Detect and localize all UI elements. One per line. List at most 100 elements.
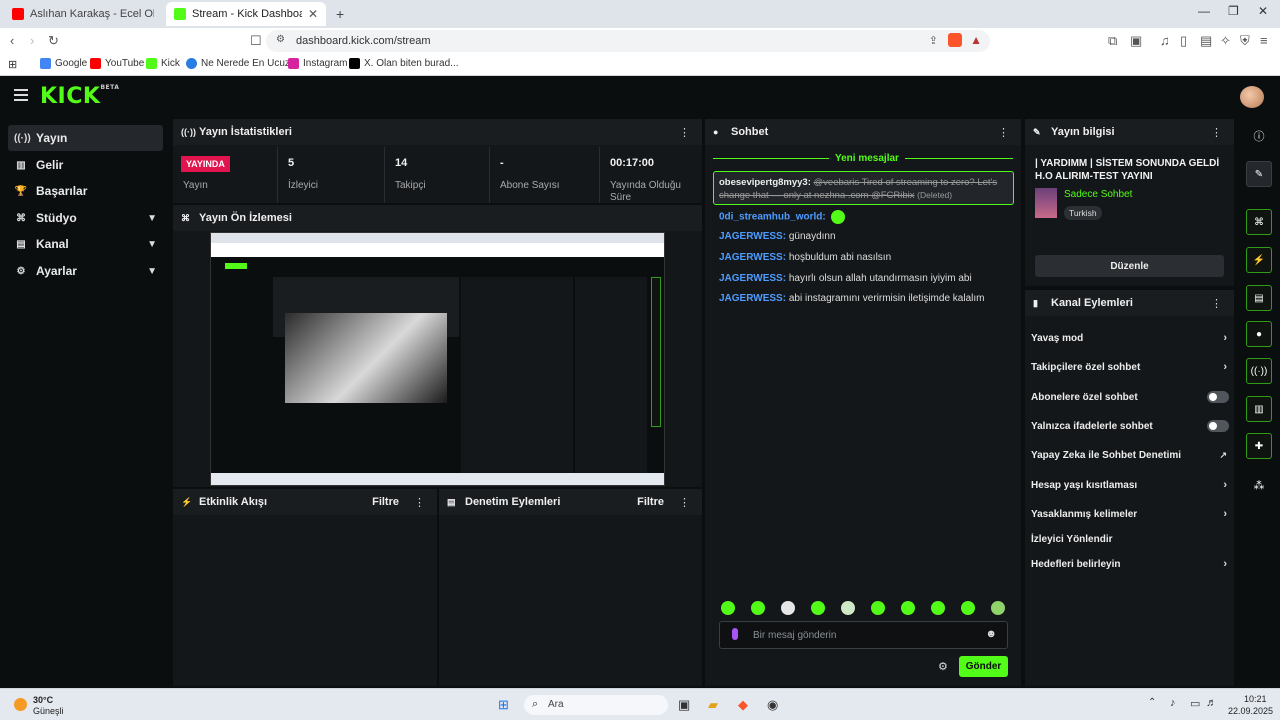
chat-message-input[interactable]: Bir mesaj gönderin ☻	[719, 621, 1008, 649]
sidebar-item-kanal[interactable]: ▤ Kanal ▼	[8, 231, 163, 257]
emote-icon[interactable]	[811, 601, 825, 615]
kebab-menu-icon[interactable]: ⋮	[998, 126, 1009, 139]
action-ai-moderation[interactable]: Yapay Zeka ile Sohbet Denetimi ↗	[1031, 446, 1229, 464]
action-account-age[interactable]: Hesap yaşı kısıtlaması ›	[1031, 476, 1229, 494]
vpn-icon[interactable]: ⛨	[1240, 33, 1250, 49]
highlighted-message[interactable]: obesevipertg8myy3: @veebaris Tired of st…	[713, 171, 1014, 205]
task-view-icon[interactable]: ▣	[678, 697, 690, 713]
activity-filter-button[interactable]: Filtre	[372, 496, 399, 508]
emote-icon[interactable]	[931, 601, 945, 615]
chat-message[interactable]: JAGERWESS: hayırlı olsun allah utandırma…	[719, 273, 972, 284]
sidebar-item-gelir[interactable]: ▥ Gelir	[8, 152, 163, 178]
action-set-goals[interactable]: Hedefleri belirleyin ›	[1031, 555, 1229, 573]
layout-icon[interactable]: ▥	[1246, 396, 1272, 422]
chat-message[interactable]: JAGERWESS: günaydınn	[719, 231, 836, 242]
tag-badge[interactable]: Turkish	[1064, 206, 1102, 220]
studio-icon[interactable]: ⌘	[1246, 209, 1272, 235]
chat-settings-icon[interactable]: ⚙	[938, 660, 948, 673]
emote-icon[interactable]	[751, 601, 765, 615]
close-tab-icon[interactable]: ✕	[308, 7, 318, 21]
windows-start-icon[interactable]: ⊞	[498, 697, 509, 713]
action-subscribers-only[interactable]: Abonelere özel sohbet	[1031, 388, 1229, 406]
menu-icon[interactable]: ≡	[1260, 33, 1268, 48]
close-window-icon[interactable]: ✕	[1258, 4, 1268, 18]
chat-message[interactable]: 0di_streamhub_world:	[719, 210, 846, 224]
sidebar-item-yayin[interactable]: ((·)) Yayın	[8, 125, 163, 151]
lightning-icon[interactable]: ⚡	[1246, 247, 1272, 273]
kebab-menu-icon[interactable]: ⋮	[1211, 297, 1222, 310]
kebab-menu-icon[interactable]: ⋮	[679, 126, 690, 139]
microphone-icon[interactable]: ♪	[1170, 697, 1176, 709]
taskbar-search[interactable]: ⌕ Ara	[524, 695, 668, 715]
edit-icon[interactable]: ✎	[1246, 161, 1272, 187]
emote-icon[interactable]	[901, 601, 915, 615]
emote-icon[interactable]	[961, 601, 975, 615]
maximize-icon[interactable]: ❐	[1228, 4, 1239, 18]
action-banned-words[interactable]: Yasaklanmış kelimeler ›	[1031, 505, 1229, 523]
new-tab-button[interactable]: +	[332, 2, 352, 26]
avatar[interactable]	[1240, 86, 1264, 108]
broadcast-icon[interactable]: ((·))	[1246, 358, 1272, 384]
forward-icon[interactable]: ›	[30, 33, 34, 48]
kick-logo[interactable]: KICKBETA	[40, 84, 119, 109]
chat-icon[interactable]: ●	[1246, 321, 1272, 347]
tab-youtube[interactable]: Aslıhan Karakaş - Ecel Olsun (Re	[4, 2, 162, 26]
chat-message[interactable]: JAGERWESS: abi instagramını verirmisin i…	[719, 293, 984, 304]
sidebar-item-ayarlar[interactable]: ⚙ Ayarlar ▼	[8, 258, 163, 284]
tab-search-icon[interactable]: ▣	[1130, 33, 1142, 49]
emoji-icon[interactable]: ☻	[985, 628, 997, 640]
minimize-icon[interactable]: —	[1198, 4, 1210, 18]
bookmark-instagram[interactable]: Instagram	[288, 58, 347, 69]
hamburger-menu-icon[interactable]	[14, 89, 28, 104]
chat-message[interactable]: JAGERWESS: hoşbuldum abi nasılsın	[719, 252, 891, 263]
volume-icon[interactable]: ♬	[1206, 697, 1217, 709]
action-followers-only[interactable]: Takipçilere özel sohbet ›	[1031, 358, 1229, 376]
address-bar[interactable]: ⚙ dashboard.kick.com/stream ⇪ ▲	[266, 30, 990, 52]
emote-icon[interactable]	[841, 601, 855, 615]
bookmark-icon[interactable]: ☐	[250, 33, 262, 49]
bookmark-ne-nerede[interactable]: Ne Nerede En Ucuz...	[186, 58, 298, 69]
kebab-menu-icon[interactable]: ⋮	[679, 496, 690, 509]
sidebar-item-studyo[interactable]: ⌘ Stüdyo ▼	[8, 205, 163, 231]
info-icon[interactable]: ⓘ	[1246, 125, 1272, 147]
network-icon[interactable]: ▭	[1190, 697, 1200, 710]
kebab-menu-icon[interactable]: ⋮	[1211, 126, 1222, 139]
action-redirect-viewers[interactable]: İzleyici Yönlendir	[1031, 530, 1229, 548]
extensions-icon[interactable]: ⧉	[1108, 33, 1117, 49]
media-icon[interactable]: ♫	[1160, 33, 1170, 48]
edit-button[interactable]: Düzenle	[1035, 255, 1224, 277]
apps-grid-icon[interactable]: ⊞	[8, 58, 17, 71]
kebab-menu-icon[interactable]: ⋮	[414, 496, 425, 509]
obs-icon[interactable]: ◉	[767, 697, 778, 713]
sidebar-toggle-icon[interactable]: ▯	[1180, 33, 1187, 49]
action-slow-mode[interactable]: Yavaş mod ›	[1031, 329, 1229, 347]
chevron-up-icon[interactable]: ⌃	[1148, 697, 1156, 708]
bookmark-google[interactable]: Google	[40, 58, 87, 69]
emote-icon[interactable]	[871, 601, 885, 615]
action-emote-only[interactable]: Yalnızca ifadelerle sohbet	[1031, 417, 1229, 435]
moderation-filter-button[interactable]: Filtre	[637, 496, 664, 508]
emote-icon[interactable]	[781, 601, 795, 615]
wallet-icon[interactable]: ▤	[1200, 33, 1212, 49]
brave-icon[interactable]: ◆	[738, 697, 748, 713]
category-thumbnail[interactable]	[1035, 188, 1057, 218]
bookmark-x[interactable]: X. Olan biten burad...	[349, 58, 459, 69]
bookmark-youtube[interactable]: YouTube	[90, 58, 144, 69]
leo-ai-icon[interactable]: ✧	[1220, 33, 1231, 49]
tab-kick-dashboard[interactable]: Stream - Kick Dashboard ✕	[166, 2, 326, 26]
reload-icon[interactable]: ↻	[48, 33, 59, 49]
site-info-icon[interactable]: ⚙	[276, 34, 285, 45]
bookmark-kick[interactable]: Kick	[146, 58, 180, 69]
send-button[interactable]: Gönder	[959, 656, 1008, 677]
category-link[interactable]: Sadece Sohbet	[1064, 189, 1132, 200]
subscribers-only-toggle[interactable]	[1207, 391, 1229, 403]
share-icon[interactable]: ⇪	[929, 34, 938, 47]
clipboard-icon[interactable]: ▤	[1246, 285, 1272, 311]
emote-icon[interactable]	[991, 601, 1005, 615]
brave-shield-icon[interactable]	[948, 33, 962, 47]
emote-icon[interactable]	[721, 601, 735, 615]
file-explorer-icon[interactable]: ▰	[708, 697, 718, 713]
back-icon[interactable]: ‹	[10, 33, 14, 48]
apps-icon[interactable]: ⁂	[1246, 474, 1272, 496]
emote-only-toggle[interactable]	[1207, 420, 1229, 432]
